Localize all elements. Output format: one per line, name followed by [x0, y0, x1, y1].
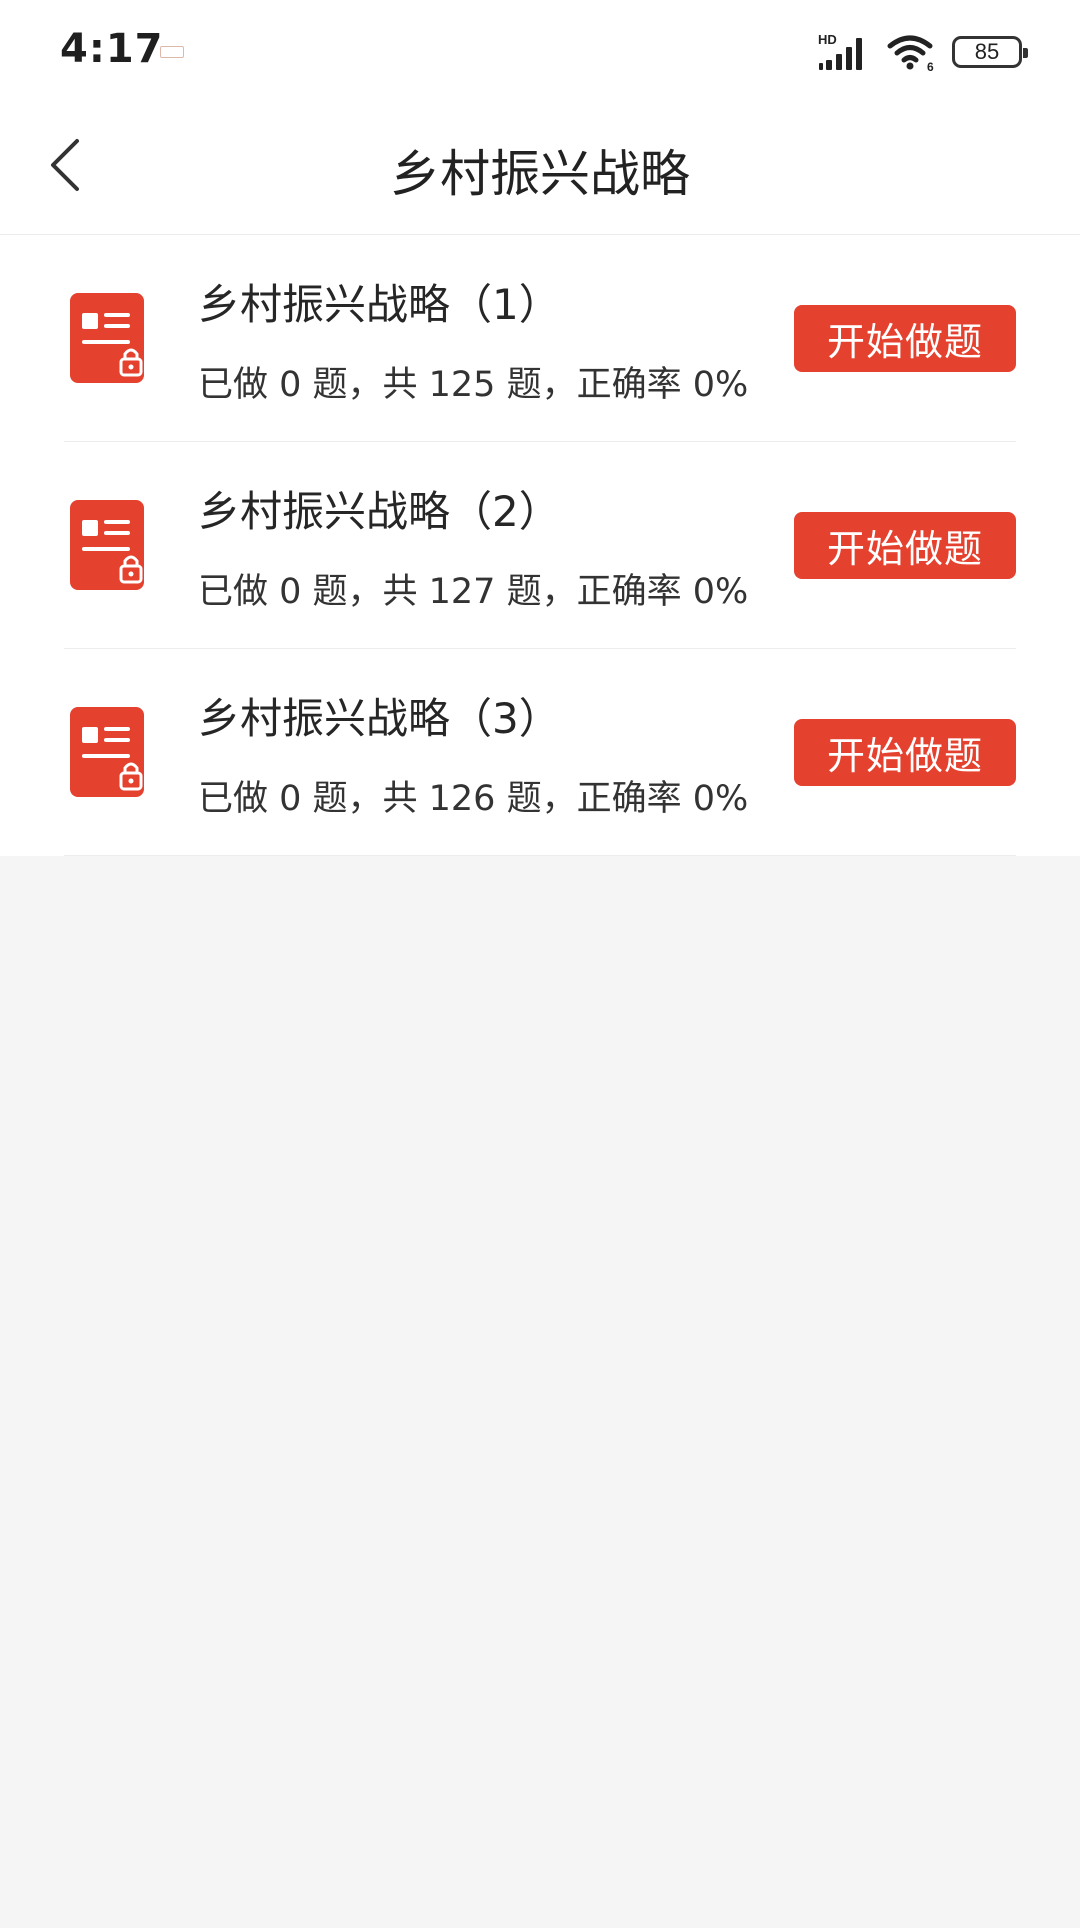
- item-title: 乡村振兴战略（3）: [198, 694, 561, 743]
- nav-bar: 乡村振兴战略: [0, 100, 1080, 235]
- status-time: 4:17: [60, 26, 164, 72]
- battery-level: 85: [974, 39, 1000, 64]
- page-title: 乡村振兴战略: [390, 145, 690, 203]
- item-stats: 已做 0 题，共 125 题，正确率 0%: [198, 365, 749, 405]
- exercise-list: 乡村振兴战略（1） 已做 0 题，共 125 题，正确率 0% 开始做题 乡村振…: [0, 235, 1080, 856]
- locked-document-icon: [70, 293, 146, 385]
- start-quiz-button[interactable]: 开始做题: [794, 305, 1016, 372]
- list-item: 乡村振兴战略（3） 已做 0 题，共 126 题，正确率 0% 开始做题: [0, 649, 1080, 856]
- cellular-signal-icon: HD: [818, 32, 872, 72]
- item-title: 乡村振兴战略（1）: [198, 280, 561, 329]
- status-icons: HD 6 85: [818, 30, 1028, 74]
- list-item: 乡村振兴战略（2） 已做 0 题，共 127 题，正确率 0% 开始做题: [0, 442, 1080, 649]
- divider: [64, 855, 1016, 856]
- start-quiz-button[interactable]: 开始做题: [794, 512, 1016, 579]
- start-quiz-button[interactable]: 开始做题: [794, 719, 1016, 786]
- item-stats: 已做 0 题，共 127 题，正确率 0%: [198, 572, 749, 612]
- network-type-label: HD: [818, 32, 837, 47]
- item-stats: 已做 0 题，共 126 题，正确率 0%: [198, 779, 749, 819]
- wifi-badge: 6: [927, 60, 934, 72]
- locked-document-icon: [70, 707, 146, 799]
- locked-document-icon: [70, 500, 146, 592]
- notification-icon: [160, 46, 184, 58]
- list-item: 乡村振兴战略（1） 已做 0 题，共 125 题，正确率 0% 开始做题: [0, 235, 1080, 442]
- wifi-icon: 6: [886, 32, 938, 72]
- item-title: 乡村振兴战略（2）: [198, 487, 561, 536]
- battery-icon: 85: [952, 36, 1028, 68]
- status-bar: 4:17 HD 6 85: [0, 0, 1080, 100]
